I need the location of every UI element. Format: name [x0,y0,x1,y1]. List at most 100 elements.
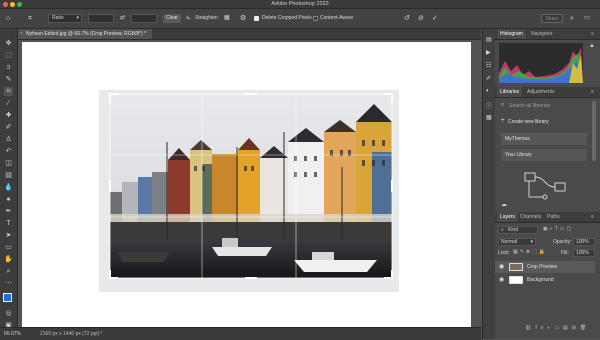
blend-mode-select[interactable]: Normal ▾ [498,238,536,246]
commit-check-icon[interactable]: ✓ [432,14,438,23]
crop-preview-image[interactable] [22,42,471,328]
layers-tab-bar: Layers Channels Paths ≡ [495,212,600,223]
tab-histogram[interactable]: Histogram [497,29,526,39]
libraries-scrollbar[interactable] [592,101,596,161]
layer-actions-icons[interactable]: ⛓fx◐▭▤⊞🗑 [525,325,590,331]
histogram-chart [499,43,583,83]
library-search-input[interactable]: Search all libraries [509,103,550,109]
hand-tool-icon[interactable]: ✋ [4,255,13,264]
create-library-button[interactable]: Create new library [508,119,549,125]
layer-filter-icons[interactable]: ▣◐T▭▢ [543,226,573,232]
properties-panel-icon[interactable]: ☷ [486,62,491,69]
home-icon[interactable]: ⌂ [6,14,10,23]
layer-name: Crop Preview [527,264,558,270]
pen-tool-icon[interactable]: ✒ [4,207,13,216]
lock-options-icons[interactable]: ▦✎✥⬚🔒 [513,249,547,255]
rectangle-tool-icon[interactable]: ▭ [4,243,13,252]
ratio-select[interactable]: Ratio ▾ [48,14,82,23]
clear-button[interactable]: Clear [163,14,181,23]
layer-row[interactable]: ◉ Background [495,274,595,286]
delete-cropped-checkbox[interactable] [254,16,259,21]
overlay-grid-icon[interactable]: ▦ [224,14,230,23]
plus-icon[interactable]: + [501,118,505,124]
warning-icon[interactable]: ▲ [589,43,595,49]
move-tool-icon[interactable]: ✥ [4,39,13,48]
panel-menu-icon[interactable]: ≡ [591,87,594,97]
eye-icon[interactable]: ◉ [499,274,504,286]
histogram-tab-bar: Histogram Navigator ≡ [495,29,600,40]
actions-panel-icon[interactable]: ▶ [486,49,491,56]
zoom-level[interactable]: 66.67% [4,331,21,337]
panel-menu-icon[interactable]: ≡ [591,212,594,222]
content-aware-label: Content-Aware [320,15,354,21]
status-bar: 66.67% 2160 px x 1440 px (72 ppi) › [0,327,481,340]
library-item-label: MyThemes [505,136,530,142]
tab-channels[interactable]: Channels [520,212,541,222]
clone-stamp-tool-icon[interactable]: ♙ [4,135,13,144]
tab-paths[interactable]: Paths [547,212,560,222]
blur-tool-icon[interactable]: 💧 [4,183,13,192]
eyedropper-tool-icon[interactable]: ⁄ [4,99,13,108]
cloud-icon[interactable]: ☁ [501,201,507,208]
window-title: Adobe Photoshop 2023 [271,1,329,7]
lasso-tool-icon[interactable]: ↄ [4,63,13,72]
brush-tool-icon[interactable]: ✐ [4,123,13,132]
zoom-tool-icon[interactable]: ⌕ [4,267,13,276]
swatches-panel-icon[interactable]: ▦ [486,114,492,121]
eye-icon[interactable]: ◉ [499,261,504,273]
workspace-icon[interactable]: ▭ [584,14,590,23]
close-tab-icon[interactable]: × [20,29,23,39]
tab-layers[interactable]: Layers [497,212,519,222]
tab-navigator[interactable]: Navigator [531,29,552,39]
cancel-icon[interactable]: ⊘ [418,14,424,23]
canvas-area[interactable] [18,40,481,328]
foreground-color-swatch[interactable] [3,293,12,302]
lock-label: Lock: [498,250,510,256]
fill-field[interactable]: 100% [573,249,595,257]
library-item[interactable]: MyThemes [501,133,587,145]
document-dimensions: 2160 px x 1440 px (72 ppi) [40,331,100,337]
eraser-tool-icon[interactable]: ◫ [4,159,13,168]
history-panel-icon[interactable]: ▤ [486,36,492,43]
chevron-right-icon[interactable]: › [100,330,102,336]
layer-filter-select[interactable]: ⌕ Kind [498,226,538,234]
layer-thumbnail [509,263,523,271]
library-item[interactable]: Your Library [501,149,587,161]
path-selection-tool-icon[interactable]: ➤ [4,231,13,240]
reset-icon[interactable]: ↺ [404,14,410,23]
artboard-tool-icon[interactable]: ⬚ [4,51,13,60]
straighten-icon[interactable]: ⊾ [186,14,191,23]
tab-adjustments[interactable]: Adjustments [527,87,555,97]
ratio-width-field[interactable] [88,14,114,23]
swap-dimensions-icon[interactable]: ⇄ [120,14,125,23]
document-tab[interactable]: × Nyhavn Edited.jpg @ 66.7% (Crop Previe… [18,29,152,39]
crop-tool-icon[interactable]: ⌗ [4,87,13,96]
quick-mask-icon[interactable]: ◎ [4,309,13,318]
search-icon[interactable]: ⌕ [570,14,574,23]
more-tools-icon[interactable]: ⋯ [4,279,13,288]
color-panel-icon[interactable]: ◐ [486,88,490,94]
opacity-label: Opacity: [553,239,572,245]
document-canvas[interactable] [22,42,471,328]
crop-tool-preset-icon[interactable]: ⌗ [28,14,32,23]
options-bar: ⌂ ⌗ Ratio ▾ ⇄ Clear ⊾ Straighten ▦ ⚙ Del… [0,9,600,29]
quick-selection-tool-icon[interactable]: ✎ [4,75,13,84]
gear-icon[interactable]: ⚙ [240,14,246,23]
share-button[interactable]: Share [541,14,563,23]
tab-libraries[interactable]: Libraries [497,87,523,97]
content-aware-checkbox[interactable] [313,16,318,21]
type-tool-icon[interactable]: T [4,219,13,228]
histogram-graph [499,47,583,83]
dodge-tool-icon[interactable]: ● [4,195,13,204]
layer-row[interactable]: ◉ Crop Preview [495,261,595,273]
ratio-height-field[interactable] [131,14,157,23]
panel-menu-icon[interactable]: ≡ [591,29,594,39]
info-panel-icon[interactable]: ⓘ [486,101,492,110]
healing-brush-tool-icon[interactable]: ✚ [4,111,13,120]
right-panels: Histogram Navigator ≡ ▲ Libraries Adjust… [495,29,600,339]
straighten-button[interactable]: Straighten [195,14,218,23]
brush-panel-icon[interactable]: ✐ [486,75,491,82]
history-brush-tool-icon[interactable]: ↶ [4,147,13,156]
gradient-tool-icon[interactable]: ▤ [4,171,13,180]
opacity-field[interactable]: 100% [573,238,595,246]
